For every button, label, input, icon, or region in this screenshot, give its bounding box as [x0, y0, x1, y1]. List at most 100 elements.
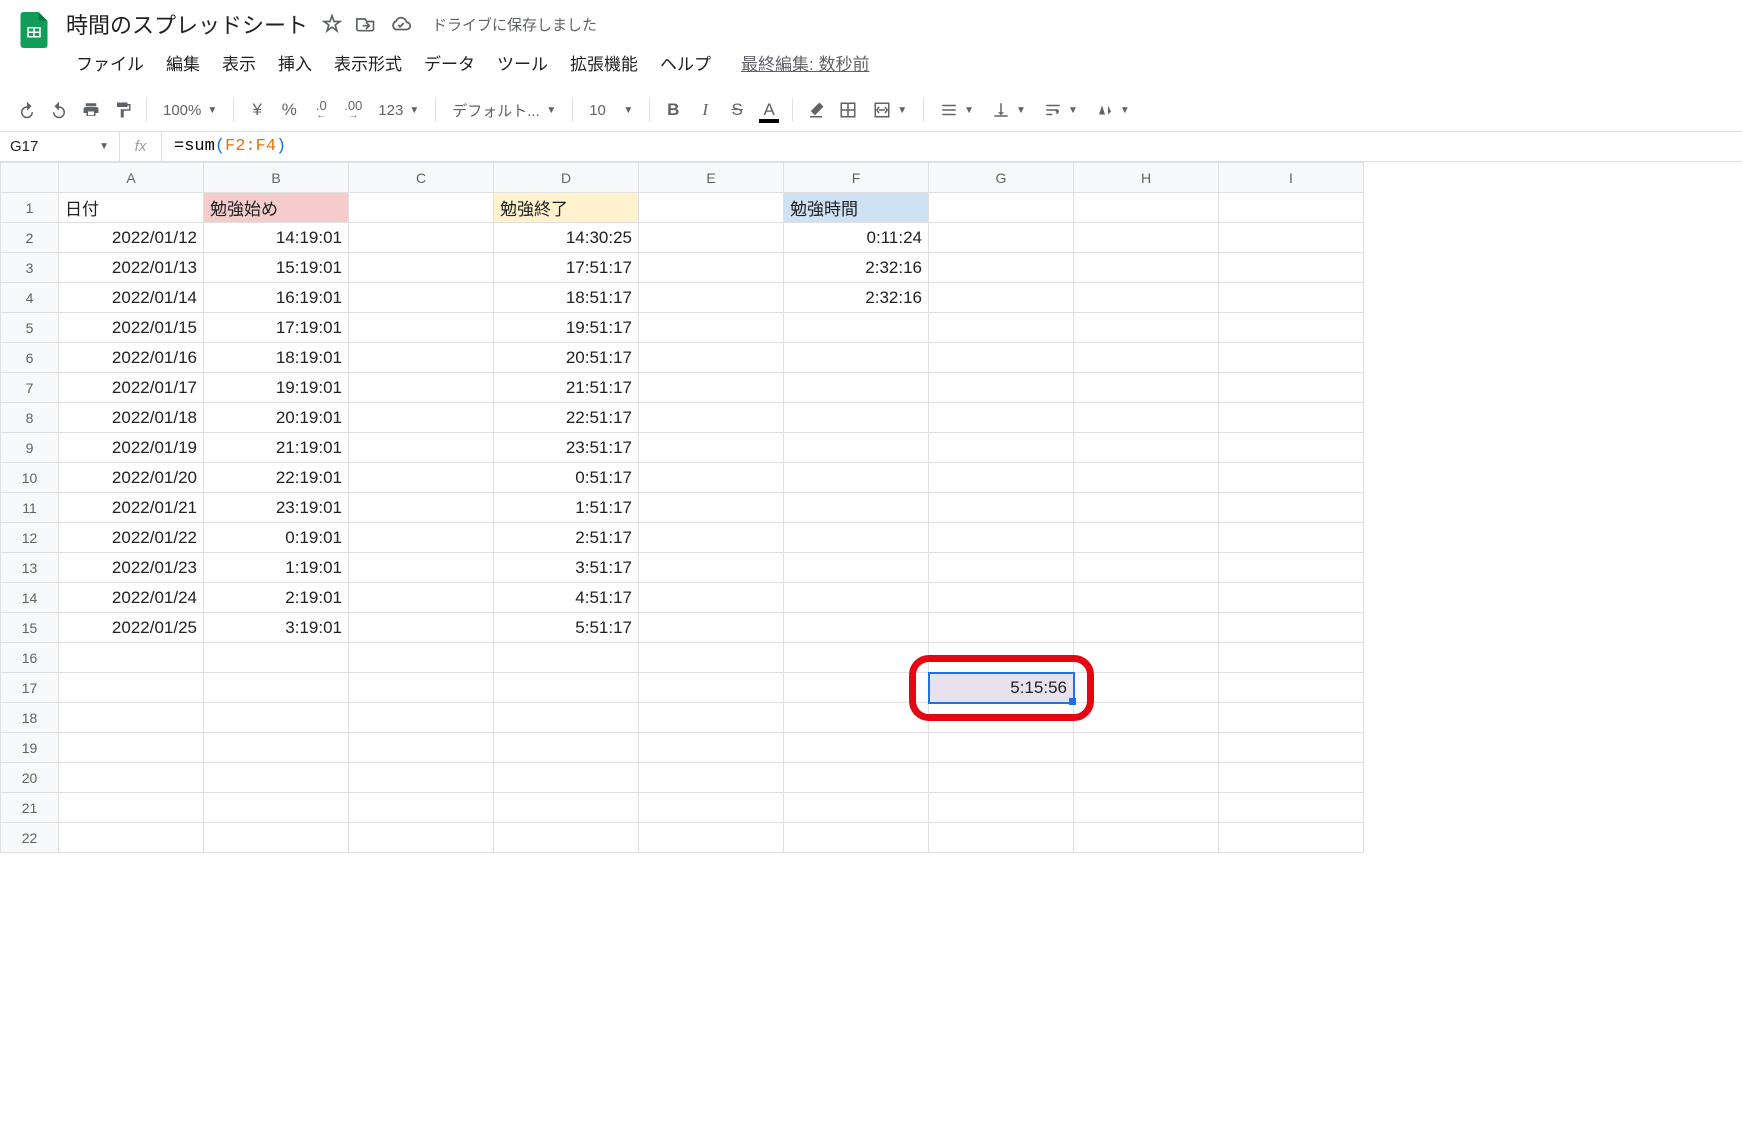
row-header-19[interactable]: 19 [1, 733, 59, 763]
cell-E22[interactable] [639, 823, 784, 853]
cell-G11[interactable] [929, 493, 1074, 523]
cell-C11[interactable] [349, 493, 494, 523]
paint-format-button[interactable] [108, 95, 138, 125]
cell-D11[interactable]: 1:51:17 [494, 493, 639, 523]
column-header-C[interactable]: C [349, 163, 494, 193]
cell-C18[interactable] [349, 703, 494, 733]
cell-F20[interactable] [784, 763, 929, 793]
row-header-20[interactable]: 20 [1, 763, 59, 793]
select-all-corner[interactable] [1, 163, 59, 193]
cell-C22[interactable] [349, 823, 494, 853]
cell-B2[interactable]: 14:19:01 [204, 223, 349, 253]
cell-I20[interactable] [1219, 763, 1364, 793]
cell-D6[interactable]: 20:51:17 [494, 343, 639, 373]
cell-I13[interactable] [1219, 553, 1364, 583]
cell-D15[interactable]: 5:51:17 [494, 613, 639, 643]
cell-H4[interactable] [1074, 283, 1219, 313]
cell-H2[interactable] [1074, 223, 1219, 253]
menu-tools[interactable]: ツール [487, 44, 558, 81]
cell-C16[interactable] [349, 643, 494, 673]
cell-G10[interactable] [929, 463, 1074, 493]
column-header-B[interactable]: B [204, 163, 349, 193]
cell-I2[interactable] [1219, 223, 1364, 253]
cell-I19[interactable] [1219, 733, 1364, 763]
cell-C10[interactable] [349, 463, 494, 493]
cell-E1[interactable] [639, 193, 784, 223]
cell-A1[interactable]: 日付 [59, 193, 204, 223]
cell-G9[interactable] [929, 433, 1074, 463]
cloud-saved-icon[interactable] [390, 13, 412, 35]
cell-H5[interactable] [1074, 313, 1219, 343]
cell-F14[interactable] [784, 583, 929, 613]
cell-G22[interactable] [929, 823, 1074, 853]
fill-color-button[interactable] [801, 95, 831, 125]
cell-G1[interactable] [929, 193, 1074, 223]
cell-G17[interactable]: 5:15:56 [929, 673, 1074, 703]
cell-F9[interactable] [784, 433, 929, 463]
percent-button[interactable]: % [274, 95, 304, 125]
name-box[interactable]: G17 ▼ [0, 132, 120, 161]
cell-A18[interactable] [59, 703, 204, 733]
cell-B14[interactable]: 2:19:01 [204, 583, 349, 613]
text-color-button[interactable]: A [754, 95, 784, 125]
cell-D21[interactable] [494, 793, 639, 823]
cell-A4[interactable]: 2022/01/14 [59, 283, 204, 313]
cell-C7[interactable] [349, 373, 494, 403]
cell-C5[interactable] [349, 313, 494, 343]
cell-H1[interactable] [1074, 193, 1219, 223]
row-header-9[interactable]: 9 [1, 433, 59, 463]
cell-H14[interactable] [1074, 583, 1219, 613]
zoom-dropdown[interactable]: 100%▼ [155, 95, 225, 125]
cell-E13[interactable] [639, 553, 784, 583]
cell-D13[interactable]: 3:51:17 [494, 553, 639, 583]
cell-H20[interactable] [1074, 763, 1219, 793]
cell-B12[interactable]: 0:19:01 [204, 523, 349, 553]
cell-C13[interactable] [349, 553, 494, 583]
cell-G3[interactable] [929, 253, 1074, 283]
cell-G13[interactable] [929, 553, 1074, 583]
merge-cells-dropdown[interactable]: ▼ [865, 95, 915, 125]
cell-B21[interactable] [204, 793, 349, 823]
row-header-8[interactable]: 8 [1, 403, 59, 433]
row-header-4[interactable]: 4 [1, 283, 59, 313]
row-header-5[interactable]: 5 [1, 313, 59, 343]
cell-G21[interactable] [929, 793, 1074, 823]
cell-D10[interactable]: 0:51:17 [494, 463, 639, 493]
increase-decimal-button[interactable]: .00→ [338, 95, 368, 125]
row-header-16[interactable]: 16 [1, 643, 59, 673]
cell-H8[interactable] [1074, 403, 1219, 433]
vertical-align-dropdown[interactable]: ▼ [984, 95, 1034, 125]
cell-D2[interactable]: 14:30:25 [494, 223, 639, 253]
cell-I15[interactable] [1219, 613, 1364, 643]
cell-B19[interactable] [204, 733, 349, 763]
cell-C2[interactable] [349, 223, 494, 253]
cell-D9[interactable]: 23:51:17 [494, 433, 639, 463]
cell-G18[interactable] [929, 703, 1074, 733]
row-header-15[interactable]: 15 [1, 613, 59, 643]
cell-G4[interactable] [929, 283, 1074, 313]
row-header-7[interactable]: 7 [1, 373, 59, 403]
cell-C21[interactable] [349, 793, 494, 823]
cell-A14[interactable]: 2022/01/24 [59, 583, 204, 613]
cell-C1[interactable] [349, 193, 494, 223]
last-edit-link[interactable]: 最終編集: 数秒前 [741, 50, 869, 75]
cell-D1[interactable]: 勉強終了 [494, 193, 639, 223]
cell-A16[interactable] [59, 643, 204, 673]
cell-F18[interactable] [784, 703, 929, 733]
italic-button[interactable]: I [690, 95, 720, 125]
currency-button[interactable]: ¥ [242, 95, 272, 125]
cell-A15[interactable]: 2022/01/25 [59, 613, 204, 643]
cell-A12[interactable]: 2022/01/22 [59, 523, 204, 553]
cell-H12[interactable] [1074, 523, 1219, 553]
cell-B18[interactable] [204, 703, 349, 733]
row-header-18[interactable]: 18 [1, 703, 59, 733]
cell-H10[interactable] [1074, 463, 1219, 493]
cell-I8[interactable] [1219, 403, 1364, 433]
cell-G8[interactable] [929, 403, 1074, 433]
cell-I10[interactable] [1219, 463, 1364, 493]
cell-I4[interactable] [1219, 283, 1364, 313]
row-header-22[interactable]: 22 [1, 823, 59, 853]
cell-D18[interactable] [494, 703, 639, 733]
cell-A10[interactable]: 2022/01/20 [59, 463, 204, 493]
cell-F7[interactable] [784, 373, 929, 403]
